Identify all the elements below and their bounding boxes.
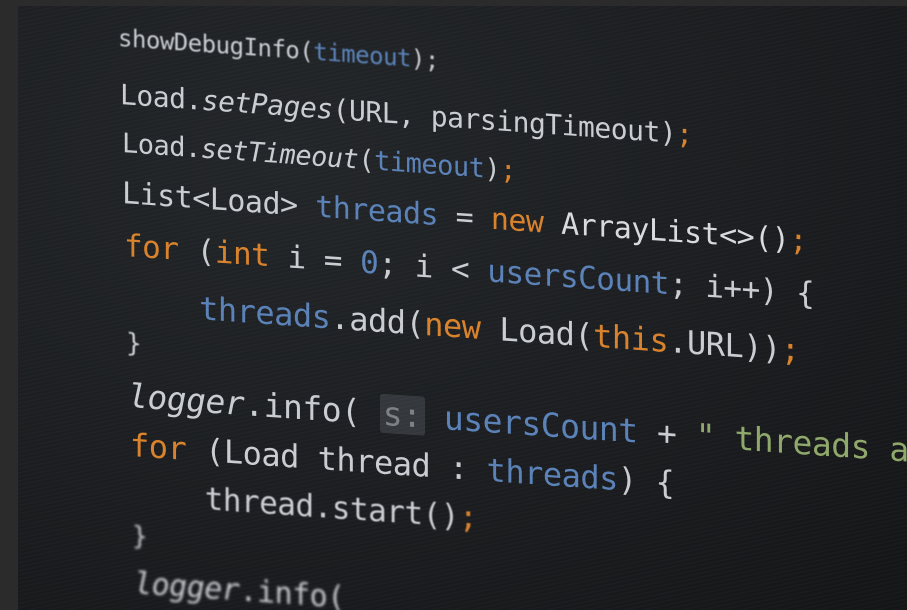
code-token: logger <box>128 376 245 424</box>
code-token: Load( <box>499 310 594 355</box>
code-token: ; i < <box>378 245 488 290</box>
code-token: usersCount <box>487 253 669 303</box>
code-token: ) { <box>617 460 675 503</box>
code-token: threads <box>315 189 439 234</box>
code-token: i = <box>287 239 361 281</box>
code-token: threads <box>486 450 618 499</box>
code-token: timeout <box>374 145 485 185</box>
code-token: for <box>124 228 197 270</box>
code-token: List<Load> <box>122 176 316 225</box>
code-token: this <box>593 316 669 361</box>
code-token: ; <box>500 154 516 187</box>
code-token: .add( <box>330 298 425 343</box>
code-line: showDebugInfo(timeout); <box>118 24 439 74</box>
code-token: new <box>424 304 500 349</box>
code-token: " threads are cre <box>695 415 907 473</box>
code-token: .info( <box>244 384 380 433</box>
code-token: + <box>637 411 696 455</box>
code-token: Load. <box>122 128 201 165</box>
code-token: ; <box>780 329 800 370</box>
code-line: } <box>132 521 147 552</box>
code-token: ; <box>789 222 807 259</box>
code-token: 0 <box>360 244 379 282</box>
code-token: = <box>438 198 491 237</box>
code-token: } <box>126 328 142 360</box>
code-token: ) <box>484 153 501 186</box>
code-line: Load.setTimeout(timeout); <box>122 128 516 187</box>
code-token: for <box>130 426 206 470</box>
code-token: .info( <box>239 573 345 610</box>
code-token: ); <box>410 44 439 75</box>
code-token: threads <box>199 289 331 337</box>
code-token: usersCount <box>424 396 638 451</box>
code-token: thread.start() <box>132 476 459 535</box>
code-token: (URL, parsingTimeout) <box>332 92 677 150</box>
code-token: setPages <box>201 83 333 126</box>
parameter-hint: s: <box>379 393 425 436</box>
code-token: int <box>214 234 288 276</box>
code-editor: showDebugInfo(timeout); Load.setPages(URL… <box>18 6 907 610</box>
code-token: ; i++) { <box>668 266 815 313</box>
code-token: (Load thread : <box>205 431 487 489</box>
code-token: } <box>132 521 148 553</box>
code-token: ( <box>196 233 215 271</box>
code-token: logger <box>134 566 240 609</box>
code-token: ArrayList<>() <box>561 206 790 258</box>
photo-frame: showDebugInfo(timeout); Load.setPages(URL… <box>0 0 907 610</box>
monitor-screen: showDebugInfo(timeout); Load.setPages(URL… <box>18 6 907 610</box>
code-token: ; <box>676 116 693 152</box>
code-line: } <box>126 328 141 359</box>
code-token: setTimeout <box>200 133 359 176</box>
code-line: logger.info( <box>134 566 345 610</box>
code-token: ; <box>458 498 478 537</box>
code-line: thread.start(); <box>132 476 477 536</box>
code-token: timeout <box>313 37 411 73</box>
code-token: Load. <box>120 78 202 117</box>
code-token: showDebugInfo( <box>118 24 314 66</box>
code-token: .URL)) <box>668 322 781 368</box>
code-token: new <box>490 201 562 242</box>
code-token: ( <box>358 144 375 177</box>
